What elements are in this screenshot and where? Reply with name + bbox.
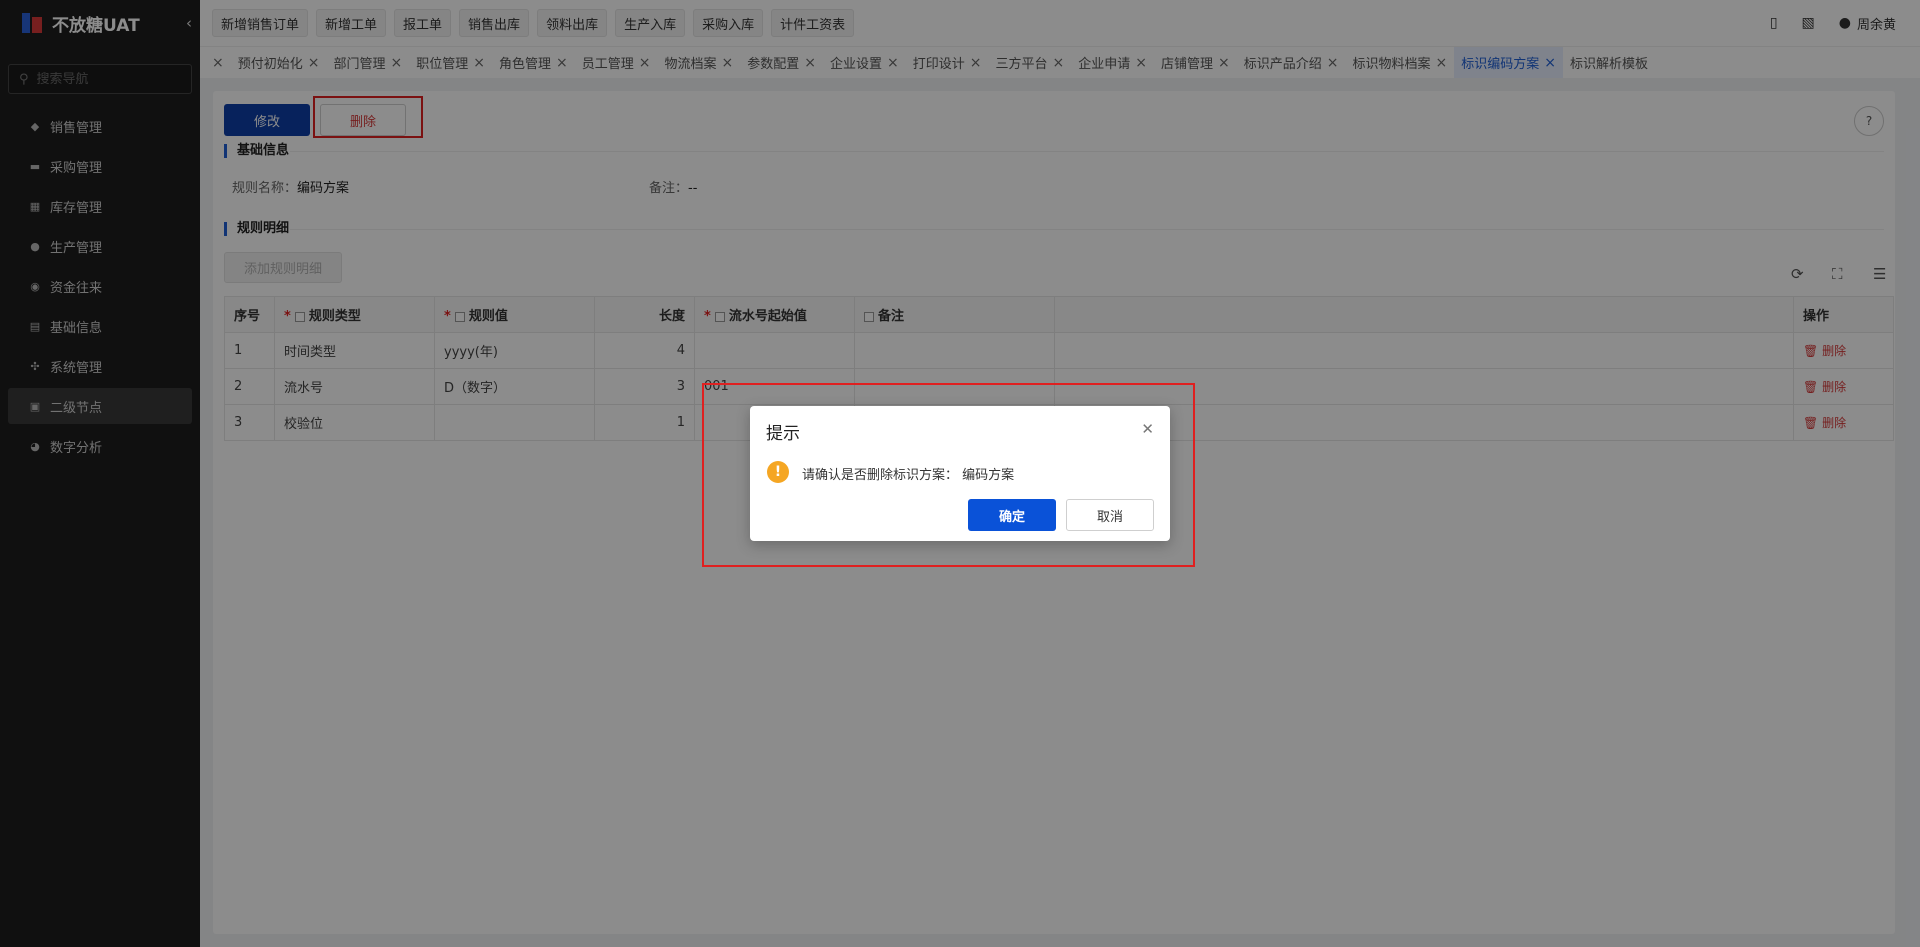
- confirm-button[interactable]: 确定: [968, 499, 1056, 531]
- cancel-button[interactable]: 取消: [1066, 499, 1154, 531]
- close-icon[interactable]: ✕: [1141, 420, 1154, 438]
- warning-icon: !: [767, 461, 789, 483]
- confirm-dialog: 提示 ✕ ! 请确认是否删除标识方案： 编码方案 确定 取消: [750, 406, 1170, 541]
- dialog-title: 提示: [766, 424, 800, 444]
- dialog-message: 请确认是否删除标识方案： 编码方案: [802, 468, 1015, 483]
